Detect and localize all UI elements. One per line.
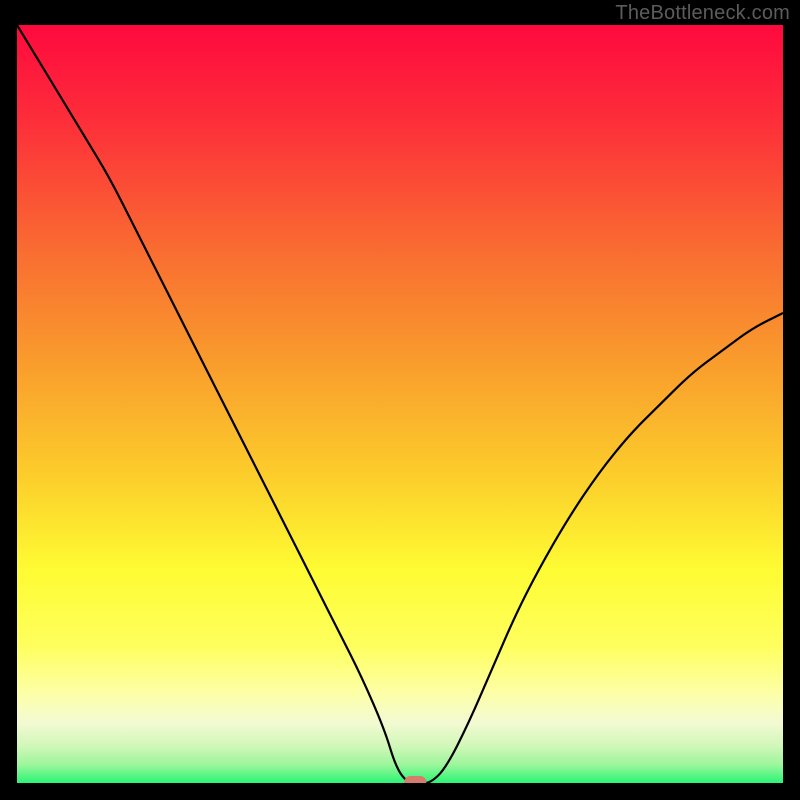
- chart-container: TheBottleneck.com: [0, 0, 800, 800]
- watermark-text: TheBottleneck.com: [615, 2, 790, 25]
- plot-area: [17, 25, 783, 783]
- optimum-marker: [17, 25, 783, 783]
